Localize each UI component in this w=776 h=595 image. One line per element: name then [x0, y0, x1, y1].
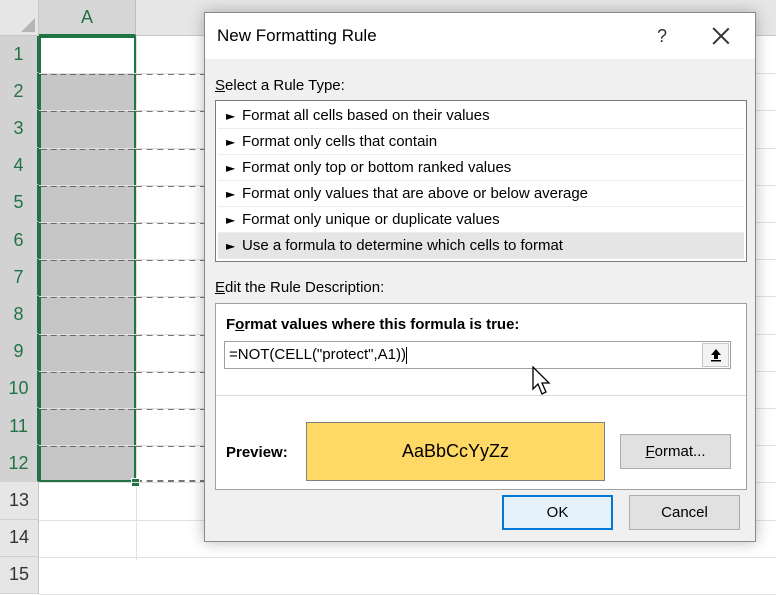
arrow-bullet-icon: ►	[226, 238, 236, 253]
help-button[interactable]: ?	[649, 23, 675, 49]
row-header-6[interactable]: 6	[0, 222, 39, 260]
collapse-arrow-icon	[710, 349, 721, 362]
row-header-4[interactable]: 4	[0, 147, 39, 185]
gridline	[39, 556, 776, 558]
rule-type-item[interactable]: ► Format all cells based on their values	[218, 103, 744, 129]
row-header-1[interactable]: 1	[0, 36, 39, 74]
rule-type-item[interactable]: ► Format only unique or duplicate values	[218, 207, 744, 233]
cancel-button[interactable]: Cancel	[629, 495, 740, 530]
select-all-corner[interactable]	[0, 0, 39, 36]
formula-label: Format values where this formula is true…	[226, 316, 520, 333]
dialog-titlebar[interactable]: New Formatting Rule ?	[205, 13, 755, 59]
arrow-bullet-icon: ►	[226, 212, 236, 227]
row-header-9[interactable]: 9	[0, 333, 39, 371]
new-formatting-rule-dialog: New Formatting Rule ? Select a Rule Type…	[204, 12, 756, 542]
rule-description-panel: Format values where this formula is true…	[215, 303, 747, 490]
arrow-bullet-icon: ►	[226, 134, 236, 149]
rule-type-list[interactable]: ► Format all cells based on their values …	[215, 100, 747, 262]
column-header-a[interactable]: A	[39, 0, 136, 36]
active-cell-a1[interactable]	[41, 38, 134, 73]
rule-type-item[interactable]: ► Format only values that are above or be…	[218, 181, 744, 207]
arrow-bullet-icon: ►	[226, 160, 236, 175]
row-header-10[interactable]: 10	[0, 370, 39, 408]
rule-type-item-selected[interactable]: ► Use a formula to determine which cells …	[218, 233, 744, 259]
close-icon[interactable]	[707, 22, 735, 50]
select-rule-type-label: Select a Rule Type:	[215, 77, 345, 94]
row-header-8[interactable]: 8	[0, 296, 39, 334]
row-header-2[interactable]: 2	[0, 73, 39, 111]
format-preview: AaBbCcYyZz	[306, 422, 605, 481]
preview-label: Preview:	[226, 444, 288, 461]
arrow-bullet-icon: ►	[226, 108, 236, 123]
row-header-5[interactable]: 5	[0, 184, 39, 222]
collapse-dialog-button[interactable]	[702, 343, 729, 367]
mouse-pointer-icon	[532, 366, 551, 395]
ok-button[interactable]: OK	[502, 495, 613, 530]
row-header-14[interactable]: 14	[0, 519, 39, 557]
row-header-7[interactable]: 7	[0, 259, 39, 297]
row-header-15[interactable]: 15	[0, 556, 39, 594]
rule-type-item[interactable]: ► Format only cells that contain	[218, 129, 744, 155]
formula-input[interactable]: =NOT(CELL("protect",A1))	[224, 341, 731, 369]
arrow-bullet-icon: ►	[226, 186, 236, 201]
rule-type-item[interactable]: ► Format only top or bottom ranked values	[218, 155, 744, 181]
divider	[216, 395, 746, 396]
dialog-title: New Formatting Rule	[217, 26, 377, 45]
row-header-11[interactable]: 11	[0, 408, 39, 446]
format-button[interactable]: Format...	[620, 434, 731, 469]
edit-rule-description-label: Edit the Rule Description:	[215, 279, 385, 296]
row-header-12[interactable]: 12	[0, 445, 39, 483]
row-header-3[interactable]: 3	[0, 110, 39, 148]
row-header-13[interactable]: 13	[0, 482, 39, 520]
